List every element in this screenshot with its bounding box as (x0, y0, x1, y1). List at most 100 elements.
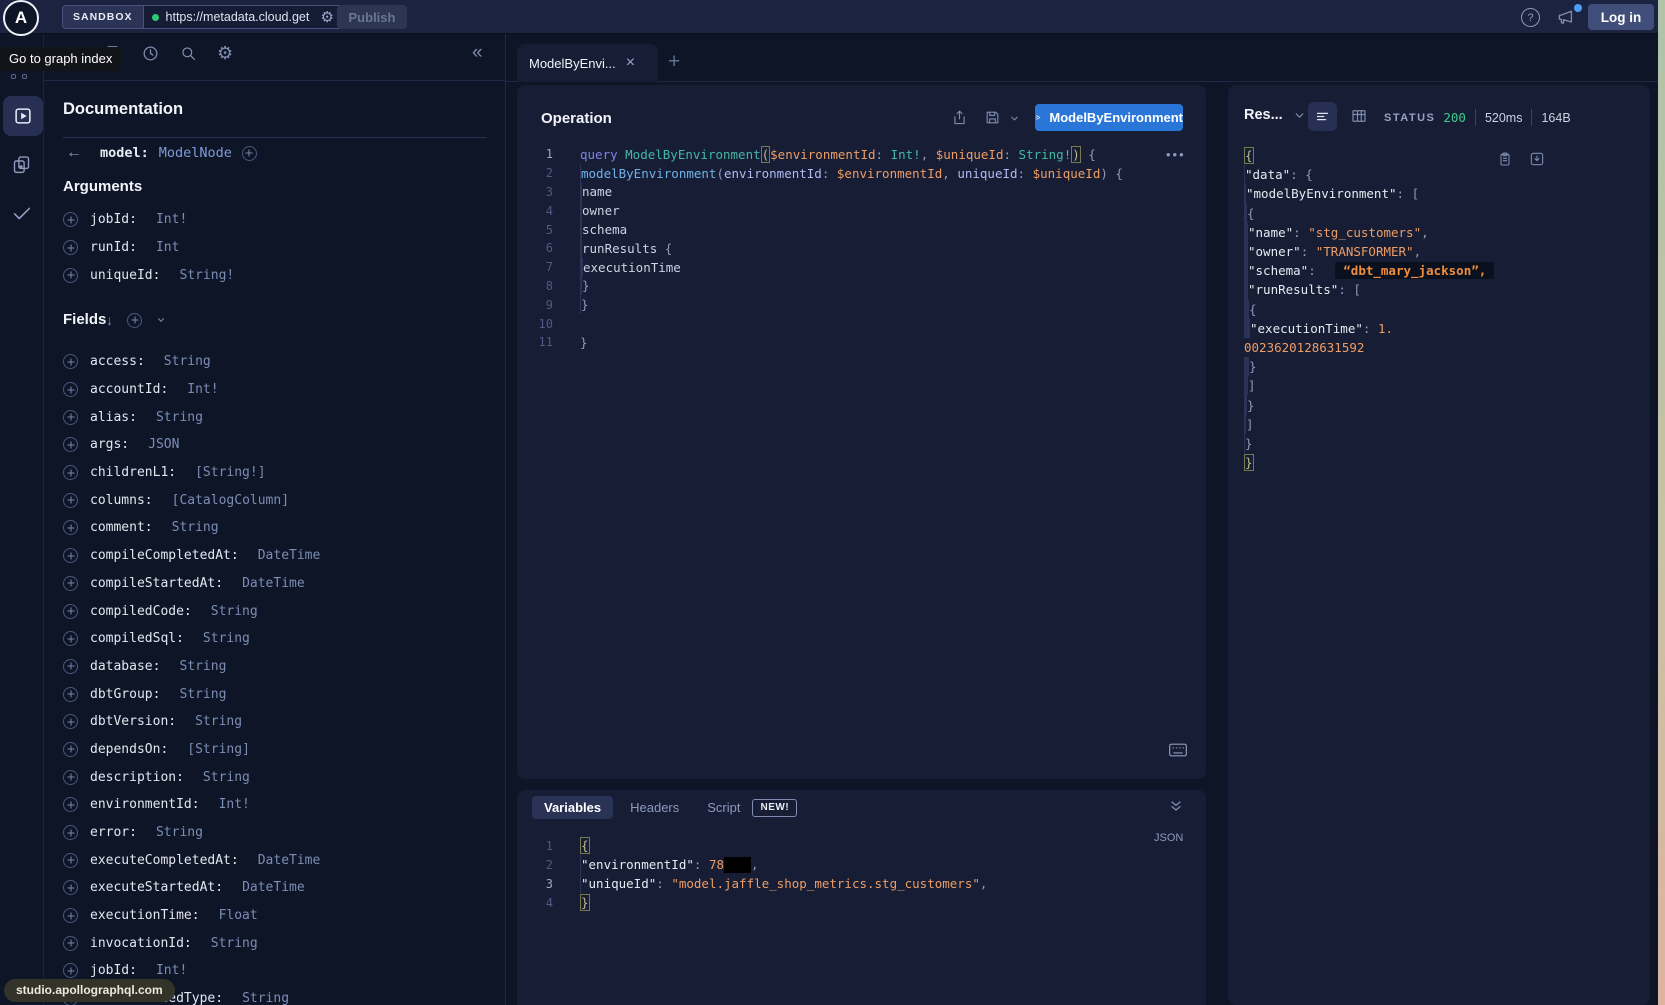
code-line[interactable]: 9 } (517, 295, 1206, 314)
add-field-icon[interactable] (63, 548, 78, 563)
add-field-icon[interactable] (63, 880, 78, 895)
login-button[interactable]: Log in (1588, 4, 1654, 30)
graph-index-icon[interactable] (11, 74, 16, 79)
field-type-link[interactable]: Int! (219, 797, 250, 812)
add-field-icon[interactable] (63, 410, 78, 425)
add-field-icon[interactable] (63, 465, 78, 480)
field-type-link[interactable]: Int (156, 240, 179, 255)
breadcrumb-type-link[interactable]: ModelNode (159, 145, 232, 161)
add-field-icon[interactable] (63, 631, 78, 646)
endpoint-url-field[interactable]: https://metadata.cloud.get ⚙ (144, 6, 348, 28)
field-type-link[interactable]: String (211, 936, 258, 951)
page-scrollbar[interactable] (1658, 0, 1665, 1005)
settings-icon[interactable]: ⚙ (217, 44, 233, 62)
tab-headers[interactable]: Headers (630, 796, 679, 819)
field-row[interactable]: error:String (63, 819, 503, 847)
add-field-icon[interactable] (63, 268, 78, 283)
argument-row[interactable]: jobId:Int! (63, 206, 503, 234)
save-dropdown-chevron-icon[interactable] (1009, 113, 1020, 124)
field-row[interactable]: compiledCode:String (63, 597, 503, 625)
code-line[interactable]: 2 "environmentId": 78, (517, 855, 1206, 874)
publish-button[interactable]: Publish (337, 5, 407, 29)
add-field-icon[interactable] (63, 825, 78, 840)
code-line[interactable]: 2 modelByEnvironment(environmentId: $env… (517, 164, 1206, 183)
add-field-icon[interactable] (63, 714, 78, 729)
add-field-icon[interactable] (63, 604, 78, 619)
apollo-logo[interactable]: A (3, 0, 39, 36)
code-line[interactable]: 4} (517, 893, 1206, 912)
field-type-link[interactable]: DateTime (242, 880, 305, 895)
add-field-icon[interactable] (63, 576, 78, 591)
help-icon[interactable]: ? (1521, 8, 1540, 27)
sort-fields-icon[interactable]: ↓ (106, 312, 113, 328)
code-line[interactable]: 3 "uniqueId": "model.jaffle_shop_metrics… (517, 874, 1206, 893)
keyboard-shortcuts-icon[interactable] (1168, 742, 1188, 758)
field-type-link[interactable]: String (195, 714, 242, 729)
tab-modelbyenvironment[interactable]: ModelByEnvi... × (517, 44, 658, 82)
field-type-link[interactable]: DateTime (242, 576, 305, 591)
field-type-link[interactable]: Int! (156, 212, 187, 227)
code-line[interactable]: 1{ (517, 836, 1206, 855)
add-tab-icon[interactable]: + (668, 50, 680, 74)
code-line[interactable]: 10 (517, 314, 1206, 333)
field-row[interactable]: compileStartedAt:DateTime (63, 570, 503, 598)
field-row[interactable]: environmentId:Int! (63, 791, 503, 819)
field-row[interactable]: childrenL1:[String!] (63, 459, 503, 487)
save-icon[interactable] (984, 109, 1001, 126)
field-row[interactable]: executeCompletedAt:DateTime (63, 846, 503, 874)
search-icon[interactable] (179, 44, 198, 63)
field-type-link[interactable]: String (203, 770, 250, 785)
announcements-icon[interactable] (1556, 7, 1576, 27)
add-all-fields-icon[interactable] (127, 313, 142, 328)
operation-editor[interactable]: 1query ModelByEnvironment($environmentId… (517, 145, 1206, 352)
add-field-icon[interactable] (63, 437, 78, 452)
field-row[interactable]: columns:[CatalogColumn] (63, 486, 503, 514)
graph-index-icon[interactable] (22, 74, 27, 79)
code-line[interactable]: 3 name (517, 183, 1206, 202)
add-field-icon[interactable] (63, 382, 78, 397)
field-row[interactable]: comment:String (63, 514, 503, 542)
field-type-link[interactable]: String (156, 825, 203, 840)
add-field-icon[interactable] (63, 936, 78, 951)
code-line[interactable]: 5 schema (517, 220, 1206, 239)
argument-row[interactable]: runId:Int (63, 234, 503, 262)
code-line[interactable]: 1query ModelByEnvironment($environmentId… (517, 145, 1206, 164)
field-row[interactable]: database:String (63, 653, 503, 681)
collapse-panel-icon[interactable] (1168, 798, 1184, 814)
field-row[interactable]: dbtVersion:String (63, 708, 503, 736)
add-field-icon[interactable] (242, 146, 257, 161)
field-type-link[interactable]: String (179, 659, 226, 674)
endpoint-url[interactable]: https://metadata.cloud.get (166, 10, 314, 24)
add-field-icon[interactable] (63, 742, 78, 757)
field-row[interactable]: alias:String (63, 403, 503, 431)
field-type-link[interactable]: String (164, 354, 211, 369)
history-icon[interactable] (141, 44, 160, 63)
code-line[interactable]: 7 executionTime (517, 258, 1206, 277)
field-row[interactable]: access:String (63, 348, 503, 376)
variables-editor[interactable]: 1{2 "environmentId": 78,3 "uniqueId": "m… (517, 836, 1206, 912)
field-row[interactable]: dbtGroup:String (63, 680, 503, 708)
field-type-link[interactable]: [String] (187, 742, 250, 757)
tab-variables[interactable]: Variables (532, 796, 613, 819)
field-row[interactable]: executionTime:Float (63, 902, 503, 930)
add-field-icon[interactable] (63, 354, 78, 369)
field-row[interactable]: description:String (63, 763, 503, 791)
collections-nav-icon[interactable] (11, 154, 32, 175)
run-operation-button[interactable]: ModelByEnvironment (1035, 104, 1183, 131)
add-field-icon[interactable] (63, 770, 78, 785)
field-row[interactable]: executeStartedAt:DateTime (63, 874, 503, 902)
field-row[interactable]: compileCompletedAt:DateTime (63, 542, 503, 570)
field-row[interactable]: accountId:Int! (63, 376, 503, 404)
field-type-link[interactable]: String (179, 687, 226, 702)
field-row[interactable]: compiledSql:String (63, 625, 503, 653)
field-type-link[interactable]: Float (219, 908, 258, 923)
add-field-icon[interactable] (63, 240, 78, 255)
field-type-link[interactable]: String (172, 520, 219, 535)
field-type-link[interactable]: String (242, 991, 289, 1005)
code-line[interactable]: 8 } (517, 277, 1206, 296)
field-row[interactable]: invocationId:String (63, 929, 503, 957)
code-line[interactable]: 6 runResults { (517, 239, 1206, 258)
add-field-icon[interactable] (63, 963, 78, 978)
add-field-icon[interactable] (63, 687, 78, 702)
field-type-link[interactable]: String! (179, 268, 234, 283)
